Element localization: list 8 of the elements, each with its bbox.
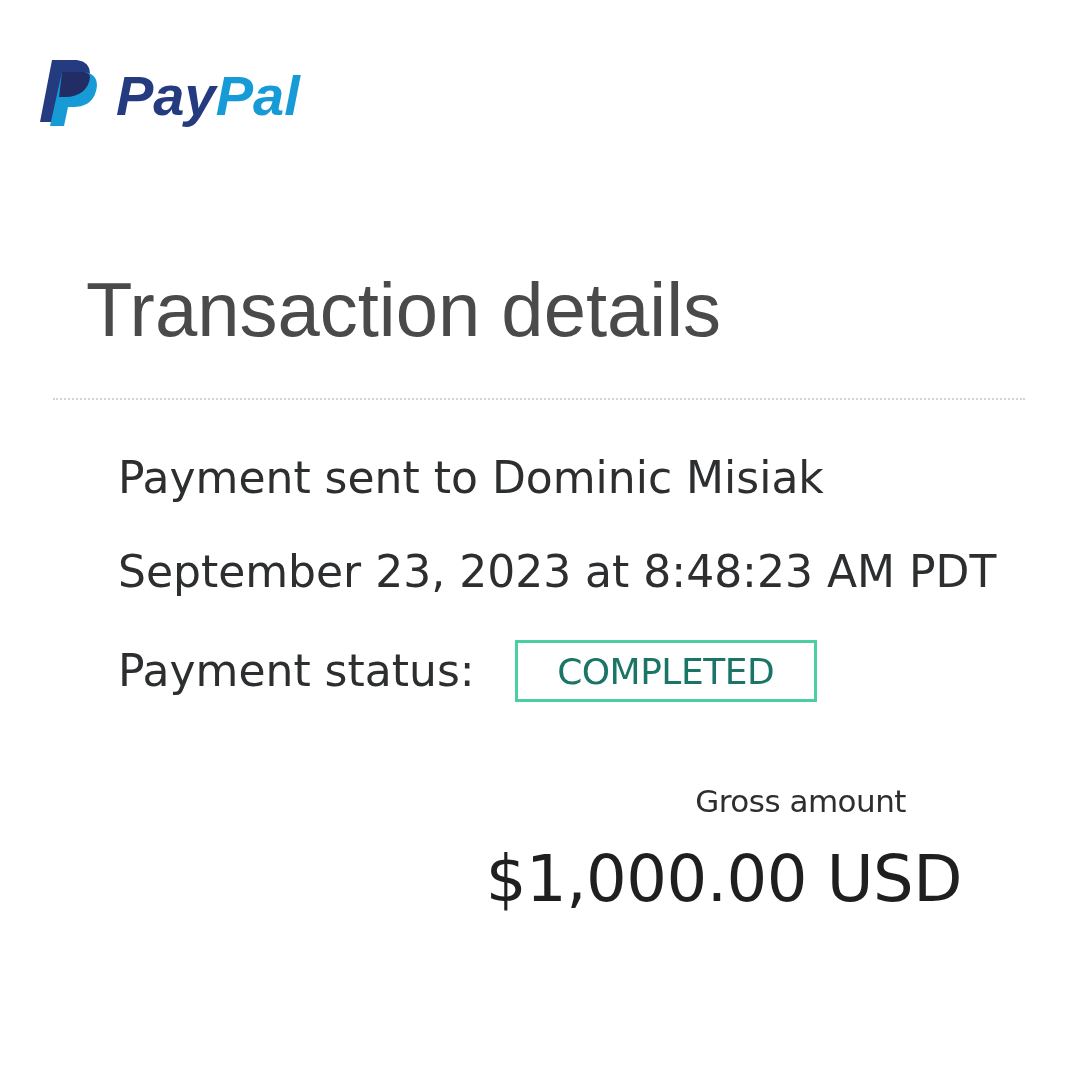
status-label: Payment status: (118, 649, 475, 693)
amount-value: $1,000.00 USD (485, 847, 962, 911)
page-title: Transaction details (86, 272, 722, 348)
logo-icon (40, 60, 98, 126)
recipient-text: Payment sent to Dominic Misiak (118, 456, 824, 500)
status-badge: COMPLETED (514, 640, 817, 702)
date-text: September 23, 2023 at 8:48:23 AM PDT (118, 550, 997, 594)
amount-label: Gross amount (695, 786, 906, 817)
